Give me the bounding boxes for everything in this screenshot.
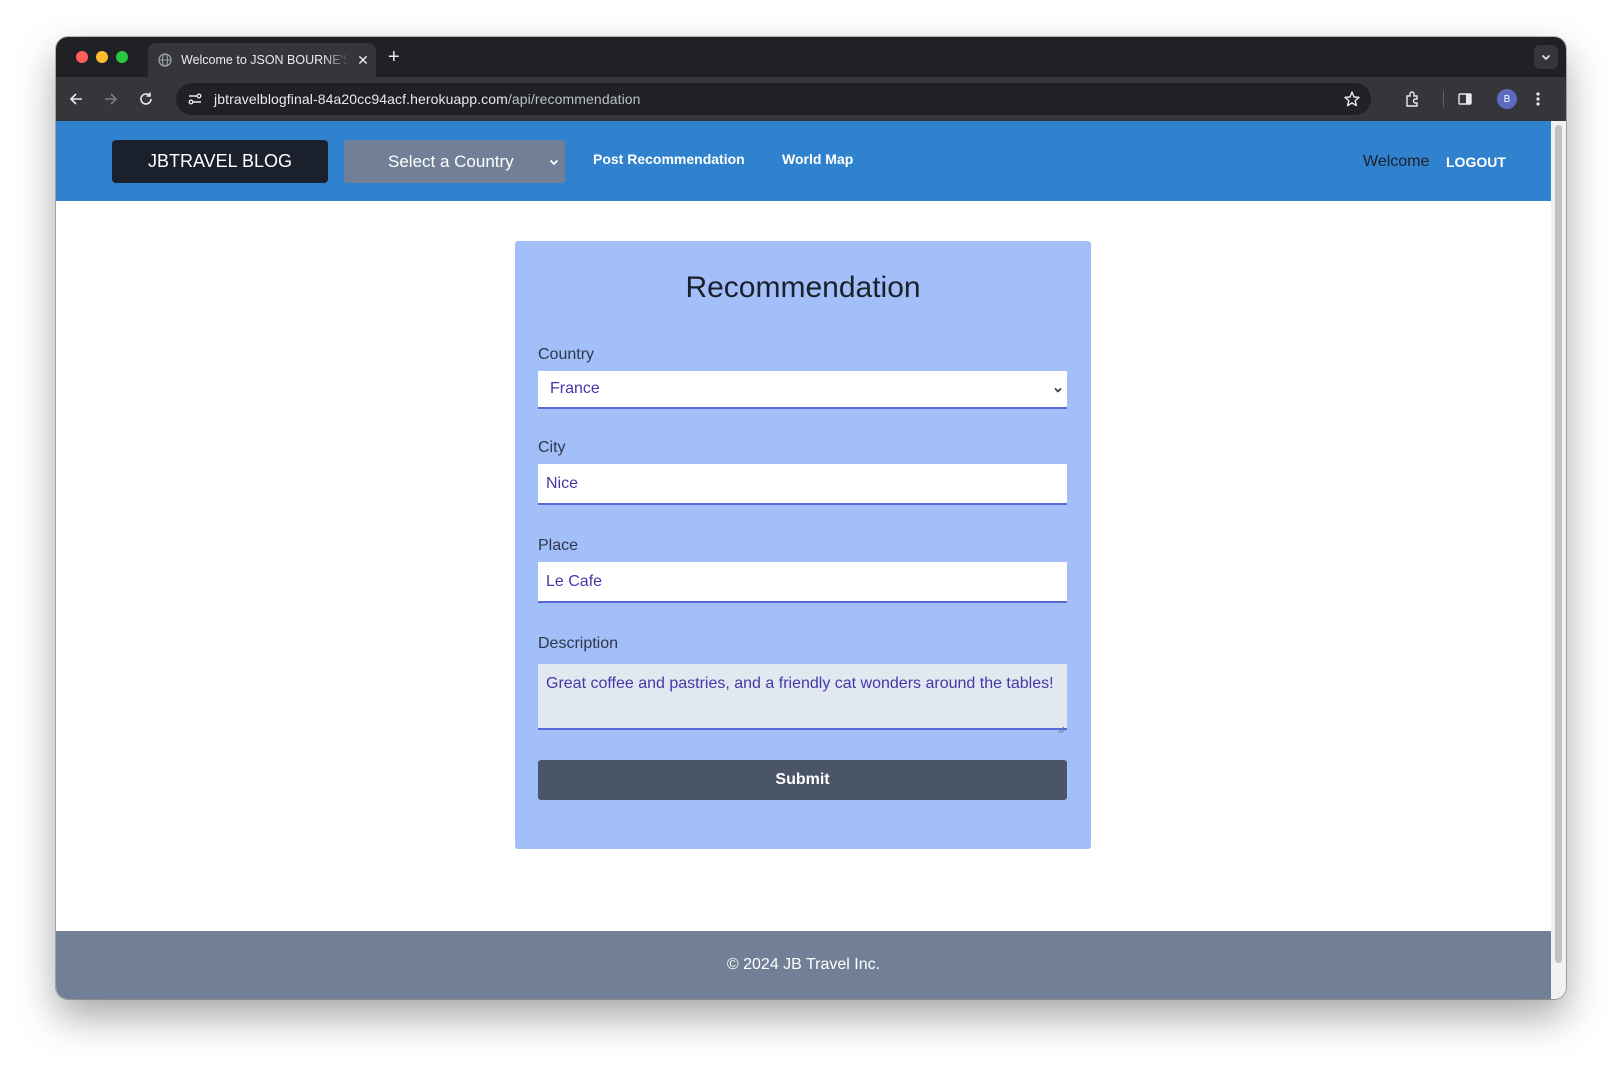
place-input-value: Le Cafe	[546, 572, 603, 590]
site-navbar: JBTRAVEL BLOG Select a Country Post Reco…	[56, 121, 1551, 201]
side-panel-icon[interactable]	[1454, 88, 1476, 110]
browser-toolbar: jbtravelblogfinal-84a20cc94acf.herokuapp…	[56, 77, 1566, 121]
close-tab-icon[interactable]: ✕	[355, 52, 371, 69]
back-icon[interactable]	[65, 88, 87, 110]
welcome-text: Welcome	[1363, 153, 1430, 170]
close-window-button[interactable]	[76, 51, 88, 63]
place-label: Place	[538, 537, 579, 554]
resize-grip-icon[interactable]	[1057, 718, 1065, 734]
bookmark-star-icon[interactable]	[1343, 90, 1361, 108]
submit-button[interactable]: Submit	[538, 760, 1067, 800]
more-menu-icon[interactable]	[1527, 88, 1549, 110]
forward-icon[interactable]	[100, 88, 122, 110]
country-select-value: France	[550, 380, 600, 397]
world-map-link[interactable]: World Map	[782, 151, 853, 167]
page-scrollbar[interactable]	[1551, 121, 1566, 999]
recommendation-form-card: Recommendation Country France City Nice …	[515, 241, 1091, 849]
address-bar[interactable]: jbtravelblogfinal-84a20cc94acf.herokuapp…	[176, 83, 1371, 115]
description-label: Description	[538, 635, 619, 652]
page-viewport: JBTRAVEL BLOG Select a Country Post Reco…	[56, 121, 1551, 999]
country-nav-select-label: Select a Country	[388, 151, 514, 171]
post-recommendation-link[interactable]: Post Recommendation	[593, 151, 745, 167]
url-text: jbtravelblogfinal-84a20cc94acf.herokuapp…	[214, 91, 641, 107]
minimize-window-button[interactable]	[96, 51, 108, 63]
form-title: Recommendation	[685, 271, 921, 304]
description-textarea-value: Great coffee and pastries, and a friendl…	[546, 675, 1054, 692]
globe-icon	[158, 53, 172, 67]
profile-avatar[interactable]: B	[1497, 89, 1517, 109]
url-path: /api/recommendation	[507, 91, 641, 107]
copyright-text: © 2024 JB Travel Inc.	[726, 956, 881, 973]
extensions-icon[interactable]	[1402, 88, 1424, 110]
country-label: Country	[538, 346, 595, 363]
tab-search-icon[interactable]	[1534, 45, 1558, 69]
city-label: City	[538, 439, 566, 456]
place-input[interactable]: Le Cafe	[538, 562, 1067, 603]
city-input[interactable]: Nice	[538, 464, 1067, 505]
logout-link[interactable]: LOGOUT	[1446, 154, 1506, 170]
site-info-icon[interactable]	[186, 90, 204, 108]
toolbar-divider	[1443, 91, 1444, 107]
scrollbar-thumb[interactable]	[1555, 125, 1562, 963]
tab-strip: Welcome to JSON BOURNE'S ✕ +	[56, 37, 1566, 77]
browser-tab[interactable]: Welcome to JSON BOURNE'S ✕	[148, 43, 376, 77]
brand-button[interactable]: JBTRAVEL BLOG	[112, 140, 328, 183]
browser-window: Welcome to JSON BOURNE'S ✕ + jbtravelblo…	[56, 37, 1566, 999]
reload-icon[interactable]	[135, 88, 157, 110]
country-select[interactable]: France	[538, 371, 1067, 409]
description-textarea[interactable]: Great coffee and pastries, and a friendl…	[538, 664, 1067, 734]
chevron-down-icon	[1051, 383, 1065, 397]
page-footer: © 2024 JB Travel Inc.	[56, 931, 1551, 999]
new-tab-icon[interactable]: +	[388, 45, 400, 69]
country-nav-select[interactable]: Select a Country	[344, 140, 565, 183]
tab-title: Welcome to JSON BOURNE'S	[181, 53, 349, 67]
chevron-down-icon	[547, 154, 561, 168]
url-host: jbtravelblogfinal-84a20cc94acf.herokuapp…	[214, 91, 508, 107]
maximize-window-button[interactable]	[116, 51, 128, 63]
city-input-value: Nice	[546, 474, 579, 492]
